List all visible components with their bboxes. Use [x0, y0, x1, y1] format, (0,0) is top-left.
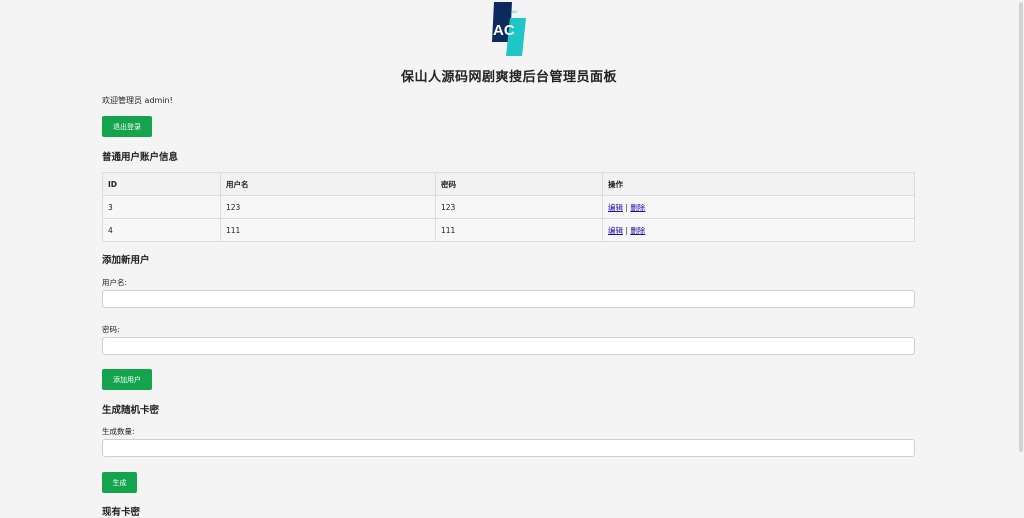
logo-small-text: AC — [512, 9, 518, 14]
cell-username: 123 — [220, 195, 436, 219]
password-input[interactable] — [102, 337, 915, 355]
welcome-text: 欢迎管理员 admin! — [102, 96, 173, 105]
logo-text: AC — [493, 22, 515, 39]
table-row: 3 123 123 编辑 | 删除 — [102, 195, 915, 219]
page-title: 保山人源码网剧爽搜后台管理员面板 — [400, 70, 617, 85]
edit-link[interactable]: 编辑 — [608, 226, 623, 235]
password-label: 密码: — [102, 325, 120, 334]
cell-actions: 编辑 | 删除 — [602, 218, 915, 242]
column-header-password: 密码 — [435, 172, 603, 196]
count-label: 生成数量: — [102, 427, 135, 436]
users-table: ID 用户名 密码 操作 3 123 123 编辑 | 删除 4 111 111 — [102, 172, 915, 242]
column-header-username: 用户名 — [220, 172, 436, 196]
username-input[interactable] — [102, 290, 915, 308]
column-header-actions: 操作 — [602, 172, 915, 196]
generate-button[interactable]: 生成 — [102, 472, 137, 493]
action-separator: | — [625, 225, 628, 235]
edit-link[interactable]: 编辑 — [608, 203, 623, 212]
users-section-title: 普通用户账户信息 — [102, 152, 179, 163]
column-header-id: ID — [102, 172, 221, 196]
site-logo: AC AC — [492, 2, 526, 56]
table-row: 4 111 111 编辑 | 删除 — [102, 218, 915, 242]
action-separator: | — [625, 202, 628, 212]
username-label: 用户名: — [102, 278, 128, 287]
existing-cards-title: 现有卡密 — [102, 507, 141, 518]
scrollbar-thumb[interactable] — [1019, 2, 1023, 452]
page-scrollbar[interactable] — [1018, 0, 1024, 513]
cell-id: 4 — [102, 218, 221, 242]
delete-link[interactable]: 删除 — [630, 226, 645, 235]
count-input[interactable] — [102, 439, 915, 457]
generate-section-title: 生成随机卡密 — [102, 405, 160, 416]
cell-id: 3 — [102, 195, 221, 219]
add-user-button[interactable]: 添加用户 — [102, 369, 152, 390]
logout-button[interactable]: 退出登录 — [102, 116, 152, 137]
table-header-row: ID 用户名 密码 操作 — [102, 172, 915, 196]
add-user-section-title: 添加新用户 — [102, 255, 150, 266]
cell-username: 111 — [220, 218, 436, 242]
cell-password: 123 — [435, 195, 603, 219]
delete-link[interactable]: 删除 — [630, 203, 645, 212]
cell-password: 111 — [435, 218, 603, 242]
cell-actions: 编辑 | 删除 — [602, 195, 915, 219]
